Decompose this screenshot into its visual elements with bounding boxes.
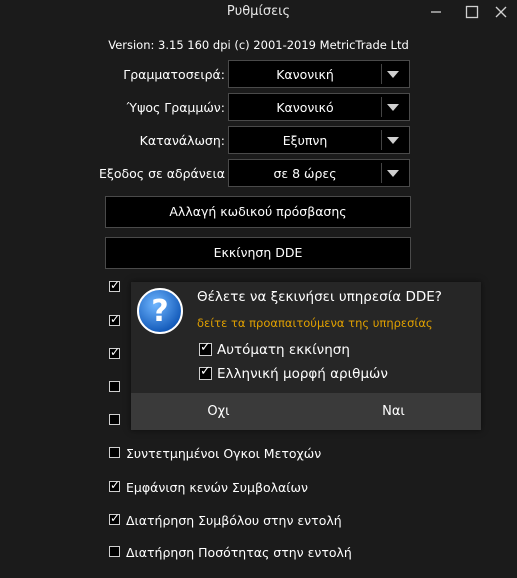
- maximize-icon: [465, 5, 479, 19]
- check-icon: ✓: [200, 364, 211, 379]
- greek-number-format-checkbox[interactable]: ✓: [199, 364, 212, 380]
- chevron-down-icon: [387, 71, 399, 78]
- chevron-down-icon: [387, 137, 399, 144]
- chevron-down-icon: [387, 170, 399, 177]
- version-text: Version: 3.15 160 dpi (c) 2001-2019 Metr…: [108, 38, 409, 52]
- check-icon: ✓: [110, 478, 121, 492]
- font-label: Γραμματοσειρά:: [123, 67, 225, 82]
- checkbox[interactable]: ✓: [109, 278, 121, 292]
- line-height-select-value: Κανονικό: [276, 100, 334, 115]
- chevron-down-icon: [387, 104, 399, 111]
- short-stock-volumes-checkbox[interactable]: ✓: [109, 447, 120, 458]
- check-icon: ✓: [110, 312, 121, 326]
- question-icon: ?: [137, 288, 183, 334]
- keep-symbol-checkbox[interactable]: ✓: [109, 511, 121, 525]
- change-password-button[interactable]: Αλλαγή κωδικού πρόσβασης: [105, 196, 411, 228]
- font-select-value: Κανονική: [276, 67, 334, 82]
- select-divider: [381, 163, 382, 183]
- dialog-footer: Οχι Ναι: [131, 393, 481, 430]
- consumption-label: Κατανάλωση:: [139, 133, 225, 148]
- consumption-select-value: Εξυπνη: [282, 133, 328, 148]
- checkbox[interactable]: ✓: [109, 381, 120, 392]
- idle-exit-select-value: σε 8 ώρες: [273, 166, 337, 181]
- consumption-select[interactable]: Εξυπνη: [228, 126, 410, 154]
- line-height-select[interactable]: Κανονικό: [228, 93, 410, 121]
- idle-exit-label: Εξοδος σε αδράνεια: [98, 166, 225, 181]
- title-bar: Ρυθμίσεις: [0, 0, 517, 24]
- close-button[interactable]: [485, 0, 517, 24]
- close-icon: [495, 6, 507, 18]
- check-icon: ✓: [110, 345, 121, 359]
- auto-start-checkbox[interactable]: ✓: [199, 340, 212, 356]
- check-icon: ✓: [200, 340, 211, 355]
- font-select[interactable]: Κανονική: [228, 60, 410, 88]
- check-icon: ✓: [110, 278, 121, 292]
- select-divider: [381, 97, 382, 117]
- show-empty-contracts-checkbox[interactable]: ✓: [109, 478, 121, 492]
- keep-quantity-checkbox[interactable]: ✓: [109, 546, 120, 557]
- select-divider: [381, 130, 382, 150]
- show-empty-contracts-label: Εμφάνιση κενών Συμβολαίων: [126, 480, 308, 495]
- no-button[interactable]: Οχι: [131, 393, 306, 430]
- checkbox[interactable]: ✓: [109, 414, 120, 425]
- greek-number-format-label: Ελληνική μορφή αριθμών: [217, 366, 388, 382]
- short-stock-volumes-label: Συντετμημένοι Ογκοι Μετοχών: [126, 446, 322, 461]
- maximize-button[interactable]: [456, 0, 488, 24]
- keep-symbol-label: Διατήρηση Συμβόλου στην εντολή: [126, 513, 342, 528]
- checkbox[interactable]: ✓: [109, 312, 121, 326]
- minimize-icon: [431, 11, 441, 13]
- auto-start-label: Αυτόματη εκκίνηση: [217, 342, 350, 358]
- minimize-button[interactable]: [420, 0, 452, 24]
- keep-quantity-label: Διατήρηση Ποσότητας στην εντολή: [126, 545, 352, 560]
- line-height-label: Ύψος Γραμμών:: [126, 100, 225, 115]
- dialog-question: Θέλετε να ξεκινήσει υπηρεσία DDE?: [197, 289, 442, 305]
- select-divider: [381, 64, 382, 84]
- start-dde-button[interactable]: Εκκίνηση DDE: [105, 237, 411, 269]
- svg-text:?: ?: [151, 294, 168, 329]
- dialog-prerequisites-link[interactable]: δείτε τα προαπαιτούμενα της υπηρεσίας: [197, 316, 433, 330]
- checkbox[interactable]: ✓: [109, 345, 121, 359]
- idle-exit-select[interactable]: σε 8 ώρες: [228, 159, 410, 187]
- check-icon: ✓: [110, 511, 121, 525]
- yes-button[interactable]: Ναι: [306, 393, 481, 430]
- dde-dialog: ? Θέλετε να ξεκινήσει υπηρεσία DDE? δείτ…: [131, 282, 481, 430]
